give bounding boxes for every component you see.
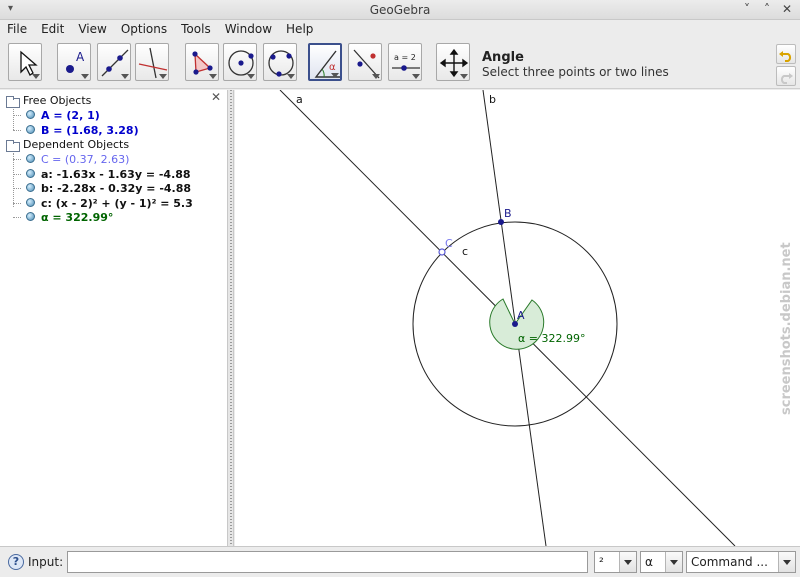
line-a-label[interactable]: a xyxy=(296,93,303,106)
point-c-label[interactable]: C xyxy=(445,237,453,250)
algebra-item[interactable]: C = (0.37, 2.63) xyxy=(41,153,129,166)
object-visibility-icon[interactable] xyxy=(26,125,35,134)
object-visibility-icon[interactable] xyxy=(26,212,35,221)
line-tool-button[interactable] xyxy=(97,43,131,81)
line-b-label[interactable]: b xyxy=(489,93,496,106)
dependent-objects-header[interactable]: Dependent Objects xyxy=(23,138,129,151)
view-splitter[interactable] xyxy=(228,90,234,546)
tool-title: Angle xyxy=(482,50,524,65)
svg-text:α: α xyxy=(329,62,336,73)
perpendicular-line-tool-button[interactable] xyxy=(135,43,169,81)
undo-button[interactable] xyxy=(776,44,796,64)
chevron-down-icon[interactable] xyxy=(619,552,636,572)
watermark: screenshots.debian.net xyxy=(779,242,794,415)
move-tool-button[interactable] xyxy=(8,43,42,81)
chevron-down-icon[interactable] xyxy=(778,552,795,572)
algebra-view: ✕ Free Objects A = (2, 1) B = (1.68, 3.2… xyxy=(0,90,228,546)
angle-alpha-label[interactable]: α = 322.99° xyxy=(518,332,585,345)
symbol-combo[interactable]: α xyxy=(640,551,683,573)
new-point-tool-button[interactable]: A xyxy=(57,43,91,81)
slider-tool-button[interactable]: a = 2 xyxy=(388,43,422,81)
help-icon[interactable]: ? xyxy=(8,554,24,570)
object-visibility-icon[interactable] xyxy=(26,183,35,192)
algebra-item[interactable]: c: (x - 2)² + (y - 1)² = 5.3 xyxy=(41,197,193,210)
object-visibility-icon[interactable] xyxy=(26,110,35,119)
menu-tools[interactable]: Tools xyxy=(174,20,218,39)
window-title: GeoGebra xyxy=(369,3,431,17)
menu-help[interactable]: Help xyxy=(279,20,320,39)
input-field[interactable] xyxy=(67,551,588,573)
algebra-item[interactable]: B = (1.68, 3.28) xyxy=(41,124,139,137)
maximize-icon[interactable]: ˄ xyxy=(760,2,774,16)
menu-options[interactable]: Options xyxy=(114,20,174,39)
close-algebra-icon[interactable]: ✕ xyxy=(211,90,221,104)
menu-file[interactable]: File xyxy=(0,20,34,39)
angle-tool-button[interactable]: α xyxy=(308,43,342,81)
polygon-tool-button[interactable] xyxy=(185,43,219,81)
toolbar: A α a = 2 xyxy=(0,39,800,89)
folder-icon xyxy=(6,96,20,108)
input-label: Input: xyxy=(28,555,64,569)
algebra-item[interactable]: b: -2.28x - 0.32y = -4.88 xyxy=(41,182,191,195)
minimize-icon[interactable]: ˅ xyxy=(740,2,754,16)
reflect-tool-button[interactable] xyxy=(348,43,382,81)
circle-c-label[interactable]: c xyxy=(462,245,468,258)
algebra-item[interactable]: A = (2, 1) xyxy=(41,109,100,122)
graphics-canvas[interactable]: a b c A B C α = 322.99° xyxy=(235,90,800,546)
undo-icon xyxy=(779,51,792,62)
folder-icon xyxy=(6,140,20,152)
graphics-view[interactable]: a b c A B C α = 322.99° xyxy=(235,90,800,546)
command-combo[interactable]: Command ... xyxy=(686,551,796,573)
point-a-label[interactable]: A xyxy=(517,309,525,322)
object-visibility-icon[interactable] xyxy=(26,198,35,207)
svg-text:screenshots.debian.net: screenshots.debian.net xyxy=(779,242,794,415)
algebra-item[interactable]: a: -1.63x - 1.63y = -4.88 xyxy=(41,168,191,181)
menu-view[interactable]: View xyxy=(71,20,113,39)
free-objects-header[interactable]: Free Objects xyxy=(23,94,91,107)
move-graphics-tool-button[interactable] xyxy=(436,43,470,81)
algebra-item[interactable]: α = 322.99° xyxy=(41,211,113,224)
circle-three-points-tool-button[interactable] xyxy=(263,43,297,81)
svg-text:A: A xyxy=(76,50,85,64)
close-icon[interactable]: ✕ xyxy=(780,2,794,16)
redo-icon xyxy=(780,73,793,84)
title-bar: ▾ GeoGebra ˅ ˄ ✕ xyxy=(0,0,800,20)
svg-text:a = 2: a = 2 xyxy=(394,53,416,62)
chevron-down-icon[interactable] xyxy=(665,552,682,572)
menu-bar: File Edit View Options Tools Window Help xyxy=(0,20,800,39)
menu-window[interactable]: Window xyxy=(218,20,279,39)
object-visibility-icon[interactable] xyxy=(26,169,35,178)
circle-center-point-tool-button[interactable] xyxy=(223,43,257,81)
tool-description: Select three points or two lines xyxy=(482,65,669,79)
point-b-label[interactable]: B xyxy=(504,207,512,220)
redo-button[interactable] xyxy=(776,66,796,86)
menu-edit[interactable]: Edit xyxy=(34,20,71,39)
geogebra-window: ▾ GeoGebra ˅ ˄ ✕ File Edit View Options … xyxy=(0,0,800,577)
superscript-combo[interactable]: ² xyxy=(594,551,637,573)
input-bar: ? Input: ² α Command ... xyxy=(0,546,800,577)
object-visibility-icon[interactable] xyxy=(26,154,35,163)
